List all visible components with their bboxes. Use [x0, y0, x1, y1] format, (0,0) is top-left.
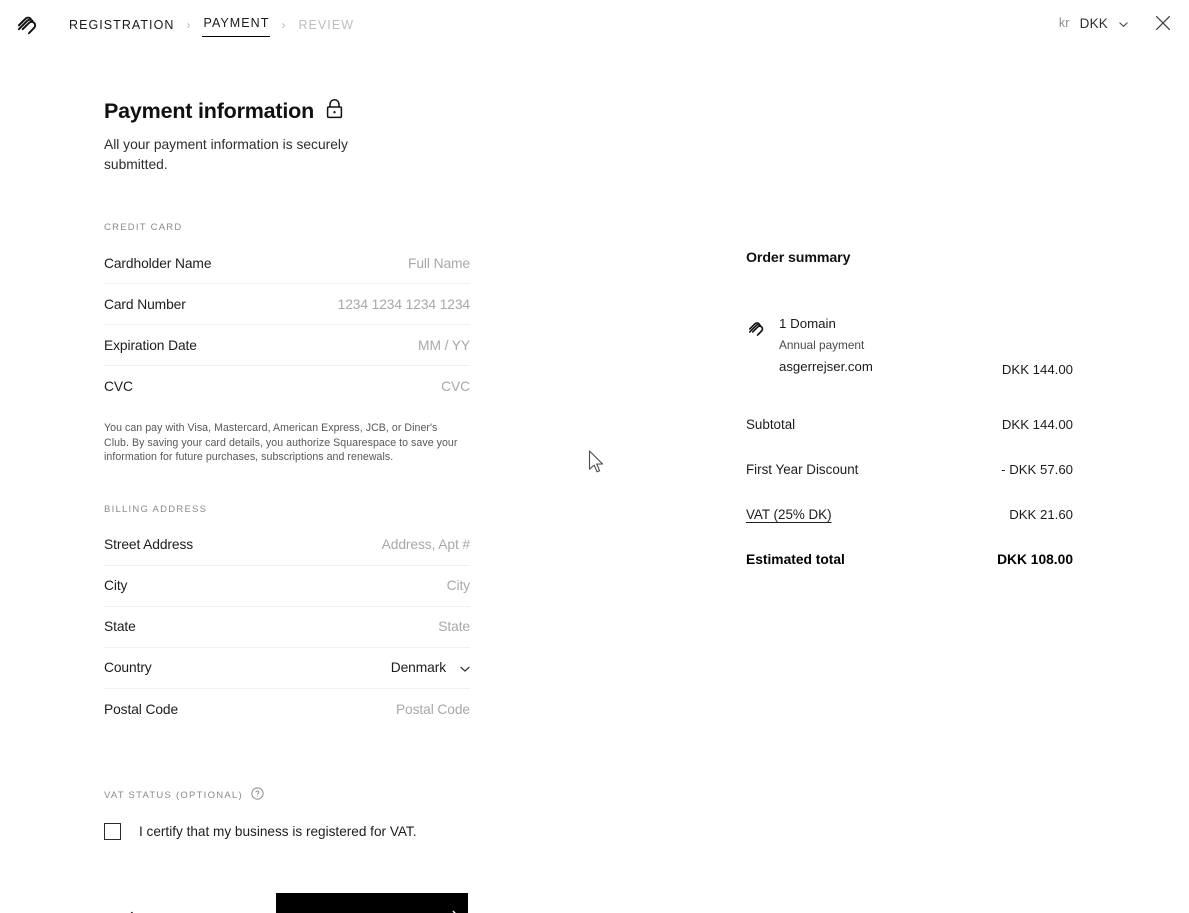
field-label: State	[104, 619, 136, 635]
field-state[interactable]: State State	[104, 607, 470, 648]
vat-status-row: VAT STATUS (OPTIONAL)	[104, 787, 470, 805]
order-line-item-body: 1 Domain Annual payment asgerrejser.com	[779, 315, 1002, 377]
country-select-wrap[interactable]: Denmark	[391, 660, 470, 675]
field-label: Postal Code	[104, 701, 179, 717]
mouse-cursor	[588, 450, 606, 476]
field-label: Card Number	[104, 296, 186, 312]
payment-form-column: Payment information All your payment inf…	[104, 98, 470, 913]
order-item-name: 1 Domain	[779, 316, 836, 331]
lock-icon	[326, 98, 343, 124]
breadcrumb-separator-1: ›	[186, 18, 192, 32]
order-summary-column: Order summary 1 Domain Annual payment as…	[746, 250, 1073, 597]
total-row-vat[interactable]: VAT (25% DK) DKK 21.60	[746, 507, 1073, 552]
cvc-input[interactable]: CVC	[441, 379, 470, 394]
total-value: DKK 108.00	[997, 552, 1073, 567]
page-subtitle: All your payment information is securely…	[104, 137, 348, 172]
field-city[interactable]: City City	[104, 566, 470, 607]
form-actions: SAVE AND CONTINUE	[104, 892, 470, 913]
close-button[interactable]	[1151, 11, 1175, 35]
vat-certify-row[interactable]: I certify that my business is registered…	[104, 822, 470, 840]
field-label: City	[104, 578, 128, 594]
vat-info-link[interactable]: VAT (25% DK)	[746, 507, 832, 522]
header-actions: kr DKK	[1053, 11, 1175, 35]
section-label-credit-card: CREDIT CARD	[104, 222, 183, 233]
field-label: CVC	[104, 379, 133, 394]
squarespace-logo-icon	[746, 317, 767, 343]
close-icon	[1155, 16, 1171, 34]
city-input[interactable]: City	[447, 578, 470, 593]
order-item-billing-cycle: Annual payment	[779, 338, 865, 352]
breadcrumb-item-payment[interactable]: PAYMENT	[202, 13, 271, 37]
section-label-vat-status: VAT STATUS (OPTIONAL)	[104, 790, 243, 802]
field-label: Street Address	[104, 537, 194, 553]
page-title-row: Payment information	[104, 98, 470, 124]
cardholder-name-input[interactable]: Full Name	[408, 256, 470, 271]
order-item-price: DKK 144.00	[1001, 362, 1073, 377]
expiration-date-input[interactable]: MM / YY	[418, 338, 470, 353]
help-circle-icon[interactable]	[251, 787, 264, 805]
breadcrumb-item-review: REVIEW	[298, 18, 355, 32]
breadcrumb: REGISTRATION › PAYMENT › REVIEW	[68, 13, 355, 37]
postal-code-input[interactable]: Postal Code	[396, 702, 470, 717]
billing-address-fields: Street Address Address, Apt # City City …	[104, 525, 470, 730]
order-summary-title: Order summary	[746, 250, 851, 266]
order-item-domain: asgerrejser.com	[779, 359, 873, 374]
page-title: Payment information	[104, 98, 315, 123]
currency-symbol: kr	[1058, 16, 1070, 30]
order-totals: Subtotal DKK 144.00 First Year Discount …	[746, 417, 1073, 597]
card-number-input[interactable]: 1234 1234 1234 1234	[338, 297, 470, 312]
country-select[interactable]: Denmark	[391, 660, 446, 675]
currency-code: DKK	[1079, 15, 1108, 31]
total-value: - DKK 57.60	[1001, 462, 1073, 477]
squarespace-logo-icon[interactable]	[14, 10, 41, 37]
total-row-subtotal: Subtotal DKK 144.00	[746, 417, 1073, 462]
total-label: First Year Discount	[746, 462, 859, 477]
chevron-down-icon	[1118, 18, 1129, 29]
vat-certify-checkbox[interactable]	[104, 822, 121, 840]
total-row-estimated-total: Estimated total DKK 108.00	[746, 552, 1073, 597]
payment-legal-text: You can pay with Visa, Mastercard, Ameri…	[104, 422, 458, 464]
street-address-input[interactable]: Address, Apt #	[382, 537, 470, 552]
credit-card-fields: Cardholder Name Full Name Card Number 12…	[104, 243, 470, 407]
field-label: Cardholder Name	[104, 255, 212, 271]
total-value: DKK 21.60	[1009, 507, 1073, 522]
state-input[interactable]: State	[438, 619, 470, 634]
field-label: Country	[104, 660, 152, 676]
order-line-item: 1 Domain Annual payment asgerrejser.com …	[746, 315, 1073, 377]
field-street-address[interactable]: Street Address Address, Apt #	[104, 525, 470, 566]
field-cvc[interactable]: CVC CVC	[104, 366, 470, 407]
field-postal-code[interactable]: Postal Code Postal Code	[104, 689, 470, 730]
total-label: Estimated total	[746, 552, 845, 567]
save-and-continue-button[interactable]: SAVE AND CONTINUE	[276, 892, 468, 913]
field-cardholder-name[interactable]: Cardholder Name Full Name	[104, 243, 470, 284]
field-label: Expiration Date	[104, 337, 197, 353]
field-card-number[interactable]: Card Number 1234 1234 1234 1234	[104, 284, 470, 325]
app-header: REGISTRATION › PAYMENT › REVIEW kr DKK	[0, 0, 1189, 45]
field-expiration-date[interactable]: Expiration Date MM / YY	[104, 325, 470, 366]
chevron-down-icon	[459, 662, 470, 673]
total-row-first-year-discount: First Year Discount - DKK 57.60	[746, 462, 1073, 507]
back-button[interactable]	[116, 903, 152, 913]
currency-selector[interactable]: kr DKK	[1053, 13, 1135, 34]
total-label: Subtotal	[746, 417, 796, 432]
vat-certify-label: I certify that my business is registered…	[139, 823, 417, 839]
total-value: DKK 144.00	[1001, 417, 1073, 432]
field-country[interactable]: Country Denmark	[104, 648, 470, 689]
breadcrumb-separator-2: ›	[281, 18, 287, 32]
section-label-billing-address: BILLING ADDRESS	[104, 503, 208, 515]
breadcrumb-item-registration[interactable]: REGISTRATION	[68, 15, 175, 35]
